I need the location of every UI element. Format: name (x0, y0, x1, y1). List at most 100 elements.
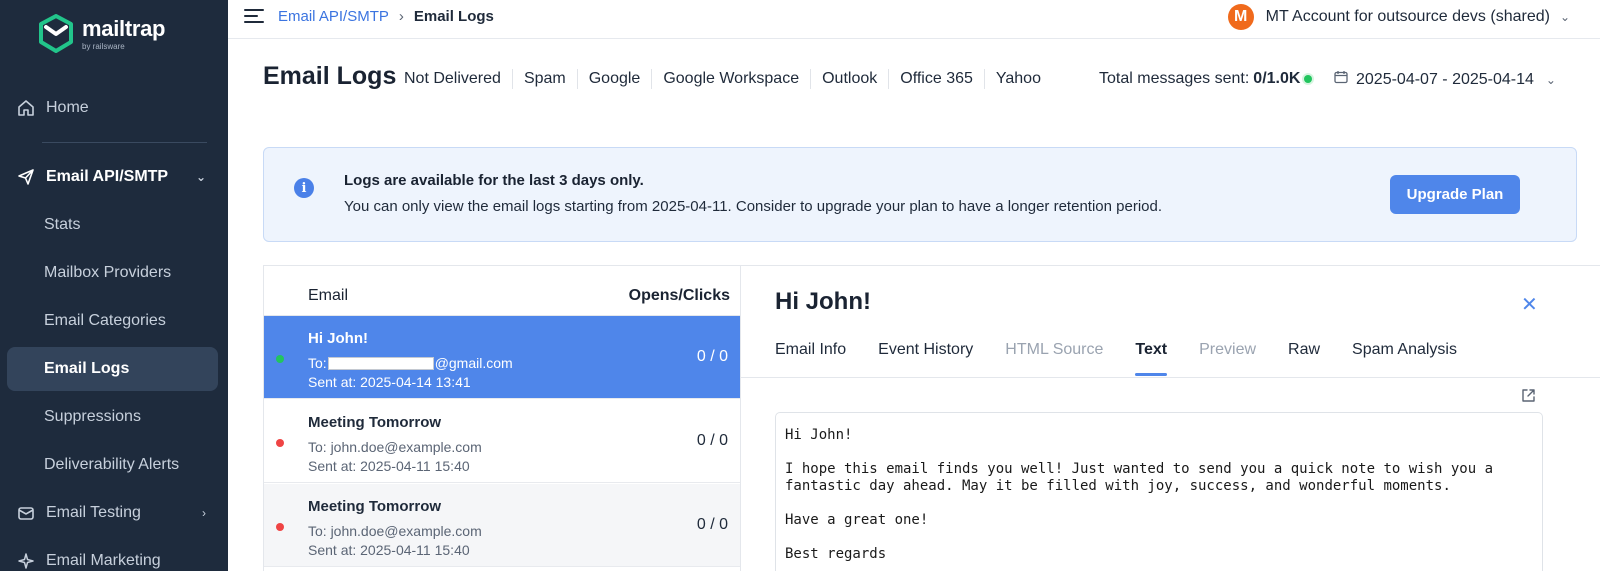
email-sent-at: Sent at: 2025-04-11 15:40 (308, 542, 470, 558)
breadcrumb: Email API/SMTP › Email Logs (278, 8, 494, 25)
date-range-value: 2025-04-07 - 2025-04-14 (1356, 70, 1534, 88)
filter-outlook[interactable]: Outlook (811, 69, 890, 89)
total-value: 0/1.0K (1253, 70, 1301, 87)
sidebar-item-label: Email Categories (44, 312, 166, 329)
email-opens-clicks: 0 / 0 (696, 516, 728, 533)
logo-subtitle: by railsware (82, 41, 125, 51)
retention-banner: i Logs are available for the last 3 days… (263, 147, 1577, 242)
email-subject: Meeting Tomorrow (308, 414, 442, 431)
sidebar-item-email-testing[interactable]: Email Testing › (0, 491, 228, 535)
sidebar-item-home[interactable]: Home (0, 86, 228, 130)
tab-html-source[interactable]: HTML Source (1005, 341, 1103, 376)
close-icon[interactable]: ✕ (1521, 292, 1538, 317)
sidebar-item-label: Deliverability Alerts (44, 456, 180, 473)
detail-tabs: Email Info Event History HTML Source Tex… (775, 341, 1489, 376)
upgrade-plan-button[interactable]: Upgrade Plan (1390, 175, 1520, 214)
home-icon (16, 98, 36, 118)
tab-email-info[interactable]: Email Info (775, 341, 846, 376)
status-dot-icon (1304, 75, 1313, 83)
sidebar-item-label: Home (46, 99, 89, 116)
breadcrumb-separator: › (398, 8, 404, 25)
mailtrap-logo[interactable]: mailtrap by railsware (38, 14, 165, 54)
banner-text: You can only view the email logs startin… (344, 198, 1162, 215)
email-sent-at: Sent at: 2025-04-11 15:40 (308, 458, 470, 474)
logo-name: mailtrap (82, 15, 166, 41)
failed-status-dot (276, 439, 284, 447)
sidebar-item-label: Email API/SMTP (46, 168, 169, 185)
open-external-icon[interactable] (1521, 388, 1536, 408)
email-detail-title: Hi John! (775, 288, 871, 315)
email-subject: Hi John! (308, 330, 368, 347)
sidebar-item-mailbox-providers[interactable]: Mailbox Providers (0, 251, 228, 295)
sidebar-item-email-api-smtp[interactable]: Email API/SMTP ⌄ (0, 155, 228, 199)
tab-raw[interactable]: Raw (1288, 341, 1320, 376)
tab-event-history[interactable]: Event History (878, 341, 973, 376)
email-recipient: To: @gmail.com (308, 355, 513, 371)
chevron-down-icon: ⌄ (195, 170, 206, 184)
hamburger-menu-icon[interactable] (244, 9, 264, 25)
email-list: Email Opens/Clicks Hi John! To: @gmail.c… (263, 265, 741, 571)
sparkle-icon (16, 551, 36, 571)
email-row[interactable]: Meeting Tomorrow To: john.doe@example.co… (264, 400, 740, 483)
sidebar-item-label: Email Marketing (46, 552, 161, 569)
email-opens-clicks: 0 / 0 (696, 432, 728, 449)
total-label: Total messages sent: (1099, 70, 1250, 87)
filter-links: Not Delivered Spam Google Google Workspa… (404, 69, 1052, 89)
email-text-body: Hi John! I hope this email finds you wel… (775, 412, 1543, 571)
breadcrumb-current: Email Logs (413, 8, 494, 25)
send-icon (16, 167, 36, 187)
avatar: M (1227, 4, 1254, 30)
sidebar-item-suppressions[interactable]: Suppressions (0, 395, 228, 439)
total-messages-sent: Total messages sent: 0/1.0K (1099, 70, 1313, 88)
filter-office-365[interactable]: Office 365 (889, 69, 985, 89)
filter-spam[interactable]: Spam (513, 69, 578, 89)
inbox-icon (16, 503, 36, 523)
email-recipient: To: john.doe@example.com (308, 523, 482, 539)
page-title: Email Logs (263, 62, 397, 90)
email-row[interactable]: Meeting Tomorrow To: john.doe@example.co… (264, 484, 740, 567)
tab-preview[interactable]: Preview (1199, 341, 1256, 376)
breadcrumb-email-api-smtp[interactable]: Email API/SMTP (278, 8, 389, 25)
delivered-status-dot (276, 355, 284, 363)
email-recipient: To: john.doe@example.com (308, 439, 482, 455)
email-row[interactable]: Hi John! To: @gmail.com Sent at: 2025-04… (264, 316, 740, 399)
sidebar-divider (42, 142, 207, 143)
calendar-icon (1334, 70, 1348, 89)
filter-google-workspace[interactable]: Google Workspace (652, 69, 812, 89)
sidebar-item-label: Email Logs (44, 360, 130, 377)
account-name: MT Account for outsource devs (shared) (1265, 8, 1550, 25)
email-detail-pane: Hi John! ✕ Email Info Event History HTML… (741, 265, 1600, 571)
column-header-opens-clicks: Opens/Clicks (628, 287, 730, 304)
sidebar-item-email-marketing[interactable]: Email Marketing (0, 539, 228, 571)
account-switcher[interactable]: M MT Account for outsource devs (shared)… (1227, 4, 1570, 30)
tab-text[interactable]: Text (1135, 341, 1167, 376)
chevron-down-icon: ⌄ (1545, 72, 1556, 87)
email-subject: Meeting Tomorrow (308, 498, 442, 515)
topbar: Email API/SMTP › Email Logs M MT Account… (228, 0, 1600, 39)
email-sent-at: Sent at: 2025-04-14 13:41 (308, 374, 471, 390)
sidebar-item-email-logs[interactable]: Email Logs (7, 347, 218, 391)
chevron-right-icon: › (202, 506, 206, 520)
filter-yahoo[interactable]: Yahoo (985, 69, 1052, 89)
sidebar-item-label: Stats (44, 216, 81, 233)
filter-google[interactable]: Google (578, 69, 653, 89)
banner-title: Logs are available for the last 3 days o… (344, 172, 644, 189)
column-header-email: Email (308, 287, 349, 304)
sidebar-item-label: Suppressions (44, 408, 141, 425)
tab-spam-analysis[interactable]: Spam Analysis (1352, 341, 1457, 376)
sidebar-item-label: Email Testing (46, 504, 141, 521)
recipient-domain: @gmail.com (434, 355, 513, 371)
info-icon: i (294, 178, 314, 198)
sidebar-item-deliverability-alerts[interactable]: Deliverability Alerts (0, 443, 228, 487)
date-range-picker[interactable]: 2025-04-07 - 2025-04-14 ⌄ (1334, 70, 1556, 89)
sidebar-item-label: Mailbox Providers (44, 264, 172, 281)
filter-not-delivered[interactable]: Not Delivered (404, 69, 513, 89)
email-opens-clicks: 0 / 0 (696, 348, 728, 365)
chevron-down-icon: ⌄ (1559, 10, 1570, 24)
sidebar-item-stats[interactable]: Stats (0, 203, 228, 247)
sidebar-item-email-categories[interactable]: Email Categories (0, 299, 228, 343)
email-list-header: Email Opens/Clicks (264, 266, 740, 316)
recipient-prefix: To: (308, 355, 327, 371)
tabs-divider (741, 377, 1600, 378)
failed-status-dot (276, 523, 284, 531)
